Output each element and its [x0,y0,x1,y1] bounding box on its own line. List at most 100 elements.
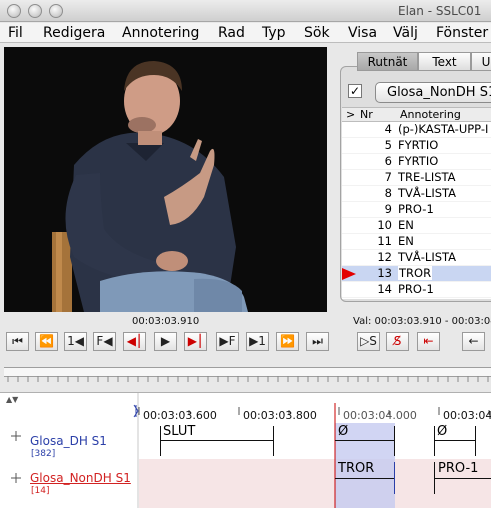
previous-annotation-button[interactable]: ← [462,332,485,351]
next-frame-button[interactable]: ⏩ [276,332,299,351]
column-header-marker: > [346,108,356,121]
menu-sok[interactable]: Sök [304,25,330,41]
menu-bar: Fil Redigera Annotering Rad Typ Sök Visa… [0,23,491,43]
row-number: 11 [377,234,392,248]
menu-redigera[interactable]: Redigera [43,25,105,41]
table-row[interactable]: 11 EN [342,234,491,250]
annotation-o-1[interactable]: Ø [338,424,348,439]
tier-name-glosa-dh[interactable]: Glosa_DH S1 [30,434,107,448]
table-row[interactable]: 9 PRO-1 [342,202,491,218]
column-header-annotering: Annotering [400,108,461,121]
clear-selection-button[interactable]: S̸ [386,332,409,351]
zoom-window-button[interactable] [49,4,63,18]
row-annotation: PRO-1 [398,202,434,216]
table-row[interactable]: 14 PRO-1 [342,282,491,298]
table-row[interactable]: 12 TVÅ-LISTA [342,250,491,266]
current-time: 00:03:03.910 [132,316,200,327]
annotation-slut-span [160,440,274,441]
row-annotation: EN [398,218,414,232]
row-number: 7 [384,170,392,184]
row-annotation: FYRTIO [398,154,439,168]
row-annotation: TRE-LISTA [398,170,456,184]
table-header: > Nr Annotering [342,108,491,122]
annotation-o-2-start [434,426,435,456]
annotation-o-2-end [475,426,476,456]
table-row[interactable]: 4 (p-)KASTA-UPP-I [342,122,491,138]
tier-name-glosa-nondh[interactable]: Glosa_NonDH S1 [30,471,131,485]
row-number: 4 [384,122,392,136]
annotation-slut-end [273,426,274,456]
video-frame [4,47,327,312]
annotation-tror-span [335,478,395,479]
row-number: 10 [377,218,392,232]
menu-annotering[interactable]: Annotering [122,25,199,41]
scroll-arrows[interactable]: ▲▼ [6,395,18,404]
annotation-table: > Nr Annotering 4 (p-)KASTA-UPP-I 5 FYRTIO 6… [342,107,491,299]
overview-ticks [7,376,489,382]
menu-typ[interactable]: Typ [262,25,286,41]
go-to-end-button[interactable]: ⏭ [306,332,329,351]
row-number: 13 [377,266,392,280]
elan-window: Elan - SSLC01 Fil Redigera Annotering Ra… [0,0,491,508]
row-annotation: TVÅ-LISTA [398,186,457,200]
table-row[interactable]: 10 EN [342,218,491,234]
row-number: 5 [384,138,392,152]
row-annotation: TVÅ-LISTA [398,250,457,264]
annotation-slut-start [160,426,161,456]
row-annotation: (p-)KASTA-UPP-I [398,122,489,136]
annotation-o-2[interactable]: Ø [437,424,447,439]
current-row-marker-icon [342,268,356,280]
menu-rad[interactable]: Rad [218,25,245,41]
ruler-tick-1: 00:03:03.600 [143,409,217,422]
back-fixed-button[interactable]: F◀ [93,332,116,351]
tab-text[interactable]: Text [418,52,471,71]
forward-fixed-button[interactable]: ▶F [216,332,239,351]
tab-rutnat[interactable]: Rutnät [357,52,418,71]
menu-fonster[interactable]: Fönster [436,25,488,41]
minimize-window-button[interactable] [28,4,42,18]
annotation-pro-1[interactable]: PRO-1 [438,461,478,476]
table-row[interactable]: 6 FYRTIO [342,154,491,170]
menu-fil[interactable]: Fil [8,25,23,41]
annotation-pro-1-span [434,478,491,479]
window-title: Elan - SSLC01 [398,4,482,18]
ruler-tick-3: 00:03:04.000 [343,409,417,422]
table-row[interactable]: 5 FYRTIO [342,138,491,154]
menu-visa[interactable]: Visa [348,25,377,41]
play-button[interactable]: ▶ [154,332,177,351]
tier-count-glosa-dh: [382] [31,449,56,459]
row-number: 12 [377,250,392,264]
go-to-begin-button[interactable]: ⏮ [6,332,29,351]
annotation-pro-1-start [434,462,435,494]
table-row[interactable]: 7 TRE-LISTA [342,170,491,186]
annotation-o-1-span [335,440,395,441]
previous-frame-button[interactable]: ⏪ [35,332,58,351]
forward-one-step-button[interactable]: ▶1 [246,332,269,351]
table-row[interactable]: 8 TVÅ-LISTA [342,186,491,202]
tab-u[interactable]: U [471,52,491,71]
tier-count-glosa-nondh: [14] [31,486,50,496]
selection-mode-button[interactable]: ⇤ [417,332,440,351]
video-viewer[interactable] [4,47,327,312]
back-one-step-button[interactable]: 1◀ [64,332,87,351]
menu-valj[interactable]: Välj [393,25,418,41]
row-annotation: TROR [398,266,433,280]
row-annotation: FYRTIO [398,138,439,152]
annotation-o-2-span [434,440,476,441]
annotation-tror-end [394,462,395,494]
tier-select[interactable]: Glosa_NonDH S1 [375,82,491,103]
play-selection-button[interactable]: ▷S [357,332,380,351]
annotation-tror[interactable]: TROR [338,461,374,476]
row-annotation: EN [398,234,414,248]
annotation-slut[interactable]: SLUT [163,424,195,439]
title-bar: Elan - SSLC01 [0,0,491,22]
close-window-button[interactable] [7,4,21,18]
row-number: 6 [384,154,392,168]
timeline-overview-strip[interactable] [4,367,491,382]
tier-checkbox[interactable]: ✓ [348,84,362,98]
previous-boundary-button[interactable]: ◀⎮ [123,332,146,351]
row-number: 8 [384,186,392,200]
next-boundary-button[interactable]: ▶⎮ [184,332,207,351]
ruler-tick-2: 00:03:03.800 [243,409,317,422]
table-row[interactable]: 13 TROR [342,266,491,282]
